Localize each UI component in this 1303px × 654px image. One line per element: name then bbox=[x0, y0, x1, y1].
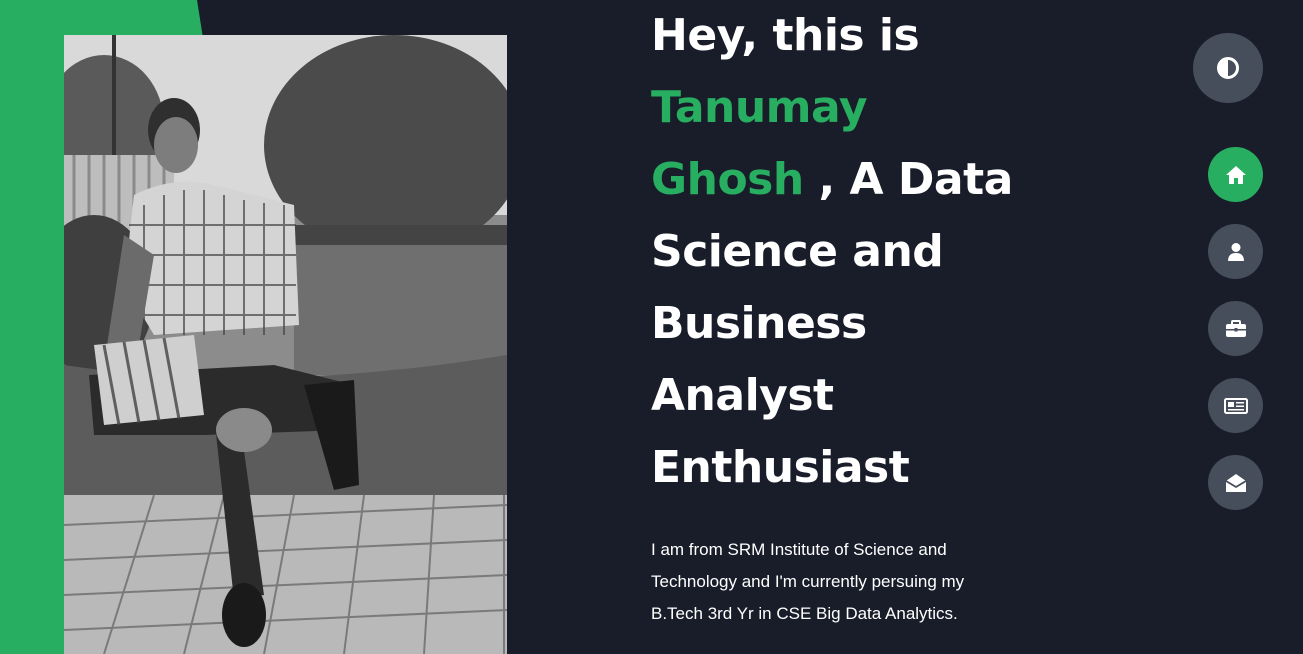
hero-heading: Hey, this is Tanumay Ghosh , A Data Scie… bbox=[651, 0, 1051, 504]
hero-intro-text: I am from SRM Institute of Science and T… bbox=[651, 540, 965, 623]
hero-line-analyst: Analyst bbox=[651, 370, 834, 421]
hero-role-start: , A Data bbox=[803, 154, 1014, 205]
hero-line-enthusiast: Enthusiast bbox=[651, 442, 910, 493]
envelope-open-icon bbox=[1225, 473, 1246, 492]
nav-about-button[interactable] bbox=[1208, 224, 1263, 279]
briefcase-icon bbox=[1225, 319, 1246, 337]
side-navigation bbox=[1208, 147, 1263, 532]
nav-home-button[interactable] bbox=[1208, 147, 1263, 202]
hero-section: Hey, this is Tanumay Ghosh , A Data Scie… bbox=[651, 0, 1051, 630]
user-icon bbox=[1227, 242, 1244, 261]
hero-name-first: Tanumay bbox=[651, 82, 868, 133]
profile-photo bbox=[64, 35, 507, 654]
hero-line-science: Science and bbox=[651, 226, 944, 277]
newspaper-icon bbox=[1223, 397, 1248, 414]
hero-line-greeting: Hey, this is bbox=[651, 10, 920, 61]
nav-blog-button[interactable] bbox=[1208, 378, 1263, 433]
nav-contact-button[interactable] bbox=[1208, 455, 1263, 510]
hero-name-last: Ghosh bbox=[651, 154, 804, 205]
theme-toggle-button[interactable] bbox=[1193, 33, 1263, 103]
nav-portfolio-button[interactable] bbox=[1208, 301, 1263, 356]
hero-line-business: Business bbox=[651, 298, 867, 349]
half-circle-contrast-icon bbox=[1217, 57, 1239, 79]
home-icon bbox=[1225, 165, 1246, 184]
